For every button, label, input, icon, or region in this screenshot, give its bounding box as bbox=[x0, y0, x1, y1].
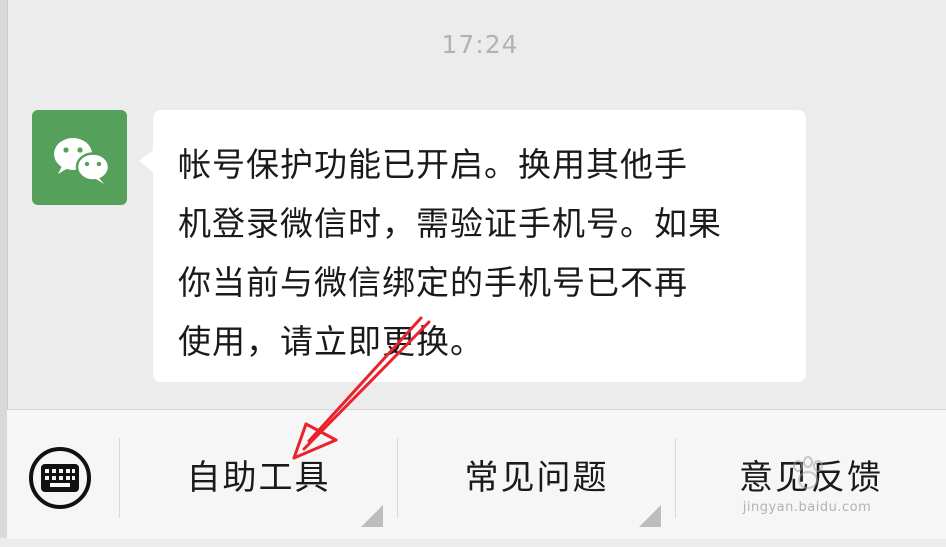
menu-button-feedback[interactable]: 意见反馈 bbox=[676, 410, 946, 539]
message-bubble[interactable]: 帐号保护功能已开启。换用其他手 机登录微信时，需验证手机号。如果 你当前与微信绑… bbox=[139, 110, 806, 382]
message-line: 你当前与微信绑定的手机号已不再 bbox=[178, 263, 688, 302]
keyboard-toggle-button[interactable] bbox=[29, 447, 91, 509]
message-line: 机登录微信时，需验证手机号。如果 bbox=[178, 204, 722, 243]
menu-button-label: 意见反馈 bbox=[739, 458, 883, 498]
message-line: 帐号保护功能已开启。换用其他手 bbox=[178, 145, 688, 184]
keyboard-icon bbox=[41, 464, 79, 492]
message-text: 帐号保护功能已开启。换用其他手 机登录微信时，需验证手机号。如果 你当前与微信绑… bbox=[178, 135, 784, 371]
chat-timestamp: 17:24 bbox=[441, 30, 519, 59]
menu-button-faq[interactable]: 常见问题 bbox=[398, 410, 675, 539]
submenu-indicator-icon bbox=[361, 505, 383, 527]
sender-avatar[interactable] bbox=[32, 110, 127, 205]
submenu-indicator-icon bbox=[639, 505, 661, 527]
menu-button-label: 常见问题 bbox=[464, 458, 609, 498]
bottom-menu-bar: 自助工具 常见问题 意见反馈 bbox=[7, 409, 946, 539]
menu-button-label: 自助工具 bbox=[186, 458, 331, 498]
wechat-logo-icon bbox=[54, 138, 111, 184]
menu-button-self-service-tools[interactable]: 自助工具 bbox=[120, 410, 397, 539]
message-line: 使用，请立即更换。 bbox=[178, 322, 484, 361]
